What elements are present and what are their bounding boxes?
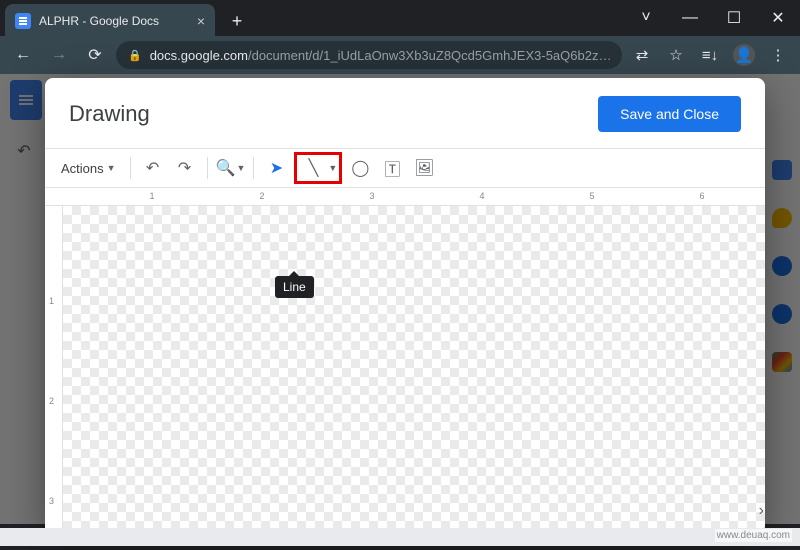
shape-tool-icon[interactable]: ◯ [346,154,374,182]
watermark: www.deuaq.com [715,529,792,542]
separator [253,157,254,179]
redo-button[interactable]: ↷ [171,154,199,182]
window-close-icon[interactable]: ✕ [756,2,800,34]
close-tab-icon[interactable]: × [197,13,205,29]
line-tool-icon[interactable]: ╲ [299,154,327,182]
drawing-modal: Drawing Save and Close Actions▼ ↶ ↷ 🔍▼ ➤… [45,78,765,534]
actions-menu[interactable]: Actions▼ [55,154,122,182]
reload-button[interactable]: ⟳ [80,40,110,70]
drawing-header: Drawing Save and Close [45,78,765,142]
line-tool-caret[interactable]: ▼ [328,163,337,173]
back-button[interactable]: ← [8,40,38,70]
tooltip-text: Line [283,280,306,294]
ruler-mark: 1 [149,191,154,201]
ruler-mark-v: 3 [49,496,54,506]
undo-button[interactable]: ↶ [139,154,167,182]
window-maximize-icon[interactable]: ☐ [712,2,756,34]
separator [207,157,208,179]
window-minimize-icon[interactable]: — [668,2,712,34]
profile-avatar[interactable]: 👤 [730,41,758,69]
status-bar [0,528,800,546]
tab-strip: ALPHR - Google Docs × + [5,5,251,37]
drawing-title: Drawing [69,101,150,127]
lock-icon: 🔒 [128,49,142,62]
textbox-tool-icon[interactable]: 🅃 [378,154,406,182]
drawing-toolbar: Actions▼ ↶ ↷ 🔍▼ ➤ ╲ ▼ ◯ 🅃 🖼 [45,148,765,188]
horizontal-ruler: 1 2 3 4 5 6 [45,188,765,206]
select-tool-icon[interactable]: ➤ [262,154,290,182]
reading-list-icon[interactable]: ≡↓ [696,41,724,69]
chrome-menu-icon[interactable]: ⋮ [764,41,792,69]
docs-favicon [15,13,31,29]
vertical-ruler: 1 2 3 [45,206,63,534]
ruler-mark: 6 [699,191,704,201]
tab-title: ALPHR - Google Docs [39,14,159,28]
translate-icon[interactable]: ⇄ [628,41,656,69]
ruler-mark: 2 [259,191,264,201]
save-and-close-button[interactable]: Save and Close [598,96,741,132]
url-host: docs.google.com [150,48,248,63]
ruler-mark-v: 2 [49,396,54,406]
browser-tab[interactable]: ALPHR - Google Docs × [5,4,215,38]
address-bar: ← → ⟳ 🔒 docs.google.com /document/d/1_iU… [0,36,800,74]
window-controls: ˅ — ☐ ✕ [624,2,800,34]
ruler-mark: 5 [589,191,594,201]
window-titlebar: ALPHR - Google Docs × + ˅ — ☐ ✕ [0,0,800,36]
image-tool-icon[interactable]: 🖼 [410,154,438,182]
forward-button: → [44,40,74,70]
canvas-area: 1 2 3 [45,206,765,534]
drawing-canvas[interactable] [63,206,765,534]
bookmark-icon[interactable]: ☆ [662,41,690,69]
url-box[interactable]: 🔒 docs.google.com /document/d/1_iUdLaOnw… [116,41,622,69]
ruler-mark-v: 1 [49,296,54,306]
new-tab-button[interactable]: + [223,7,251,35]
line-tooltip: Line [275,276,314,298]
line-tool-highlight: ╲ ▼ [294,152,342,184]
scroll-right-icon[interactable]: › [759,502,764,520]
url-path: /document/d/1_iUdLaOnw3Xb3uZ8Qcd5GmhJEX3… [248,48,611,63]
zoom-button[interactable]: 🔍▼ [216,154,246,182]
ruler-mark: 3 [369,191,374,201]
separator [130,157,131,179]
ruler-mark: 4 [479,191,484,201]
window-caret-icon[interactable]: ˅ [624,2,668,34]
